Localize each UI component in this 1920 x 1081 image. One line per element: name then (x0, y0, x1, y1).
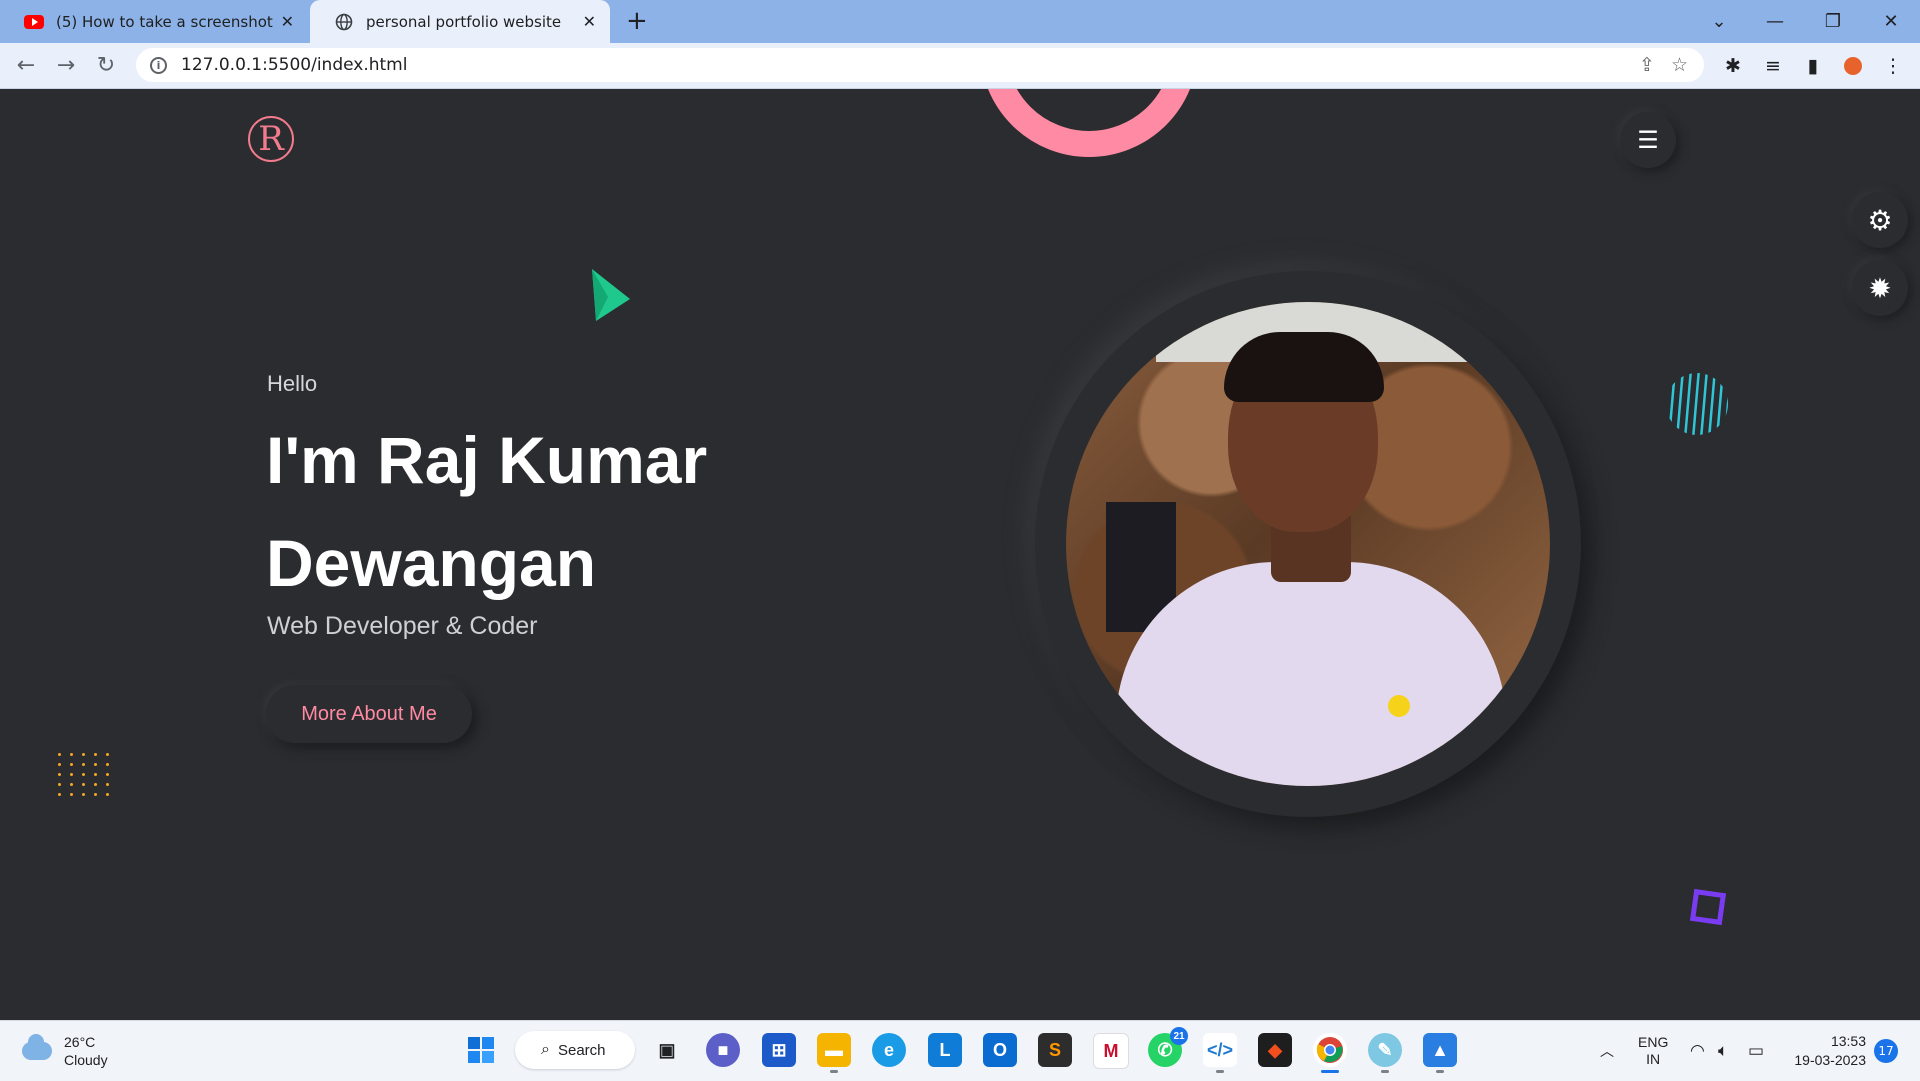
forward-button[interactable]: → (50, 49, 82, 81)
weather-widget[interactable]: 26°C Cloudy (22, 1033, 108, 1069)
extensions-icon[interactable]: ✱ (1720, 53, 1746, 79)
profile-photo (1066, 302, 1550, 786)
lang-line2: IN (1646, 1051, 1661, 1067)
notification-count-badge[interactable]: 17 (1874, 1039, 1898, 1063)
show-hidden-icons[interactable]: ︿ (1600, 1021, 1614, 1081)
wifi-icon[interactable]: ◠ (1690, 1021, 1705, 1081)
taskbar-search[interactable]: ⌕ Search (515, 1031, 635, 1069)
task-view-icon[interactable]: ▣ (650, 1033, 684, 1067)
more-about-me-button[interactable]: More About Me (266, 685, 472, 743)
search-label: Search (557, 1041, 606, 1059)
photos-icon[interactable]: ▲ (1423, 1033, 1457, 1073)
clock-date: 19-03-2023 (1794, 1052, 1866, 1068)
theme-gear-button[interactable]: ✹ (1852, 260, 1908, 316)
edge-browser-icon[interactable]: e (872, 1033, 906, 1067)
hero-name-line1: I'm Raj Kumar (266, 423, 708, 497)
profile-avatar-icon[interactable] (1840, 53, 1866, 79)
language-indicator[interactable]: ENG IN (1638, 1021, 1668, 1081)
site-logo[interactable]: R (248, 116, 294, 162)
figma-icon[interactable]: ◆ (1258, 1033, 1292, 1067)
decor-pink-ring (980, 89, 1198, 157)
close-window-button[interactable]: ✕ (1868, 0, 1914, 43)
hero-name-line2: Dewangan (266, 526, 597, 600)
site-info-icon[interactable]: i (150, 56, 167, 74)
back-button[interactable]: ← (10, 49, 42, 81)
side-panel-icon[interactable]: ▮ (1800, 53, 1826, 79)
windows-logo-icon (468, 1037, 494, 1063)
cloud-icon (22, 1034, 52, 1060)
whatsapp-badge: 21 (1170, 1027, 1188, 1045)
whatsapp-icon[interactable]: ✆ 21 (1148, 1027, 1188, 1067)
browser-toolbar: ← → ↻ i 127.0.0.1:5500/index.html ⇪ ☆ ✱ … (0, 43, 1920, 89)
restore-button[interactable]: ❐ (1810, 0, 1856, 43)
browser-menu-icon[interactable]: ⋮ (1880, 53, 1906, 79)
sublime-text-icon[interactable]: S (1038, 1033, 1072, 1067)
media-queue-icon[interactable]: ≡ (1760, 53, 1786, 79)
gear-icon: ⚙ (1867, 203, 1893, 237)
tab-youtube[interactable]: (5) How to take a screenshot on ✕ (0, 0, 308, 43)
file-explorer-icon[interactable]: ▬ (817, 1033, 851, 1073)
chrome-logo-icon (1316, 1037, 1343, 1063)
teams-chat-icon[interactable]: ■ (706, 1033, 740, 1067)
tab-portfolio[interactable]: personal portfolio website ✕ (310, 0, 610, 43)
browser-tab-bar: (5) How to take a screenshot on ✕ person… (0, 0, 1920, 43)
clock-time: 13:53 (1830, 1033, 1866, 1049)
hero-greeting: Hello (267, 371, 318, 396)
close-tab-icon[interactable]: ✕ (583, 12, 596, 31)
vscode-icon[interactable]: </> (1203, 1033, 1237, 1073)
chevron-up-icon: ︿ (1600, 1043, 1614, 1059)
decor-cyan-lines (1667, 373, 1728, 435)
tab-title: (5) How to take a screenshot on (56, 12, 273, 31)
reload-button[interactable]: ↻ (90, 49, 122, 81)
hero-name: I'm Raj Kumar Dewangan (266, 409, 786, 615)
battery-icon[interactable]: ▭ (1748, 1021, 1764, 1081)
minimize-button[interactable]: — (1752, 0, 1798, 43)
volume-icon[interactable]: 🔈︎ (1718, 1021, 1728, 1081)
profile-photo-frame (1035, 271, 1581, 817)
tab-title: personal portfolio website (366, 12, 562, 31)
youtube-icon (24, 12, 44, 32)
microsoft-store-icon[interactable]: ⊞ (762, 1033, 796, 1067)
address-bar[interactable]: i 127.0.0.1:5500/index.html ⇪ ☆ (136, 48, 1704, 82)
hamburger-icon: ☰ (1637, 126, 1659, 154)
share-icon[interactable]: ⇪ (1639, 54, 1655, 76)
mcafee-icon[interactable]: M (1093, 1033, 1129, 1069)
portfolio-page: R ☰ ⚙ ✹ Hello I'm Raj Kumar Dewangan Web… (0, 89, 1920, 1020)
weather-temp: 26°C (64, 1034, 96, 1050)
decor-green-triangle (592, 269, 630, 321)
hamburger-menu-button[interactable]: ☰ (1620, 112, 1676, 168)
bookmark-star-icon[interactable]: ☆ (1671, 54, 1688, 76)
close-tab-icon[interactable]: ✕ (281, 12, 294, 31)
paint-icon[interactable]: ✎ (1368, 1033, 1402, 1073)
globe-icon (334, 12, 354, 32)
clock[interactable]: 13:53 19-03-2023 (1788, 1021, 1866, 1081)
hero-role: Web Developer & Coder (267, 612, 538, 640)
weather-condition: Cloudy (64, 1052, 108, 1068)
new-tab-button[interactable]: + (626, 6, 648, 36)
settings-gear-button[interactable]: ⚙ (1852, 192, 1908, 248)
decor-purple-square (1689, 888, 1727, 926)
tab-search-chevron-icon[interactable]: ⌄ (1696, 0, 1742, 43)
lang-line1: ENG (1638, 1034, 1669, 1050)
start-button[interactable] (464, 1033, 498, 1067)
decor-orange-dots (58, 753, 109, 796)
gear-icon: ✹ (1868, 271, 1892, 305)
windows-taskbar: 26°C Cloudy ⌕ Search ▣ ■ ⊞ ▬ e L O S M ✆… (0, 1020, 1920, 1081)
search-icon: ⌕ (541, 1041, 550, 1058)
url-text[interactable]: 127.0.0.1:5500/index.html (181, 55, 1639, 75)
outlook-icon[interactable]: O (983, 1033, 1017, 1067)
chrome-icon[interactable] (1313, 1033, 1347, 1073)
l-app-icon[interactable]: L (928, 1033, 962, 1067)
